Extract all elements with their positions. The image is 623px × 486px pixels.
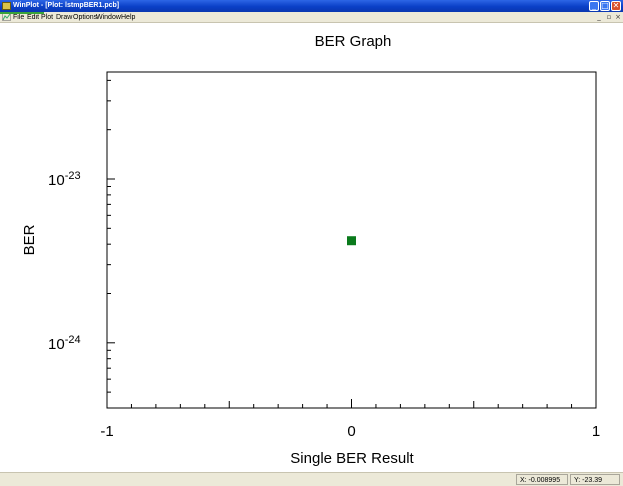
x-tick-labels: -1 0 1 — [100, 423, 600, 440]
y-tick-labels: 10-2310-24 — [48, 170, 81, 353]
y-tick-label: 10-23 — [48, 170, 81, 189]
menu-options[interactable]: Options — [73, 12, 97, 23]
y-tick-exponent: -23 — [65, 170, 81, 182]
mdi-minimize-button[interactable]: _ — [595, 13, 603, 21]
minimize-icon: _ — [592, 1, 596, 10]
close-icon: ✕ — [612, 1, 620, 10]
menu-draw[interactable]: Draw — [56, 12, 72, 23]
menu-window[interactable]: Window — [96, 12, 121, 23]
status-progress-strip — [0, 12, 44, 14]
close-button[interactable]: ✕ — [611, 1, 621, 11]
menu-help[interactable]: Help — [121, 12, 135, 23]
winplot-app-icon[interactable] — [2, 2, 11, 10]
maximize-button[interactable]: □ — [600, 1, 610, 11]
y-axis-label: BER — [21, 224, 38, 255]
mdi-close-button[interactable]: × — [614, 13, 622, 21]
plot-canvas[interactable]: BER Graph 10-23 10-24 -1 0 1 Single BER Res… — [0, 23, 623, 472]
mdi-restore-button[interactable]: ▫ — [605, 13, 613, 21]
maximize-icon: □ — [601, 1, 609, 10]
document-icon[interactable] — [2, 13, 11, 21]
data-points — [347, 236, 356, 246]
ber-chart: BER Graph 10-2310-24 -1 0 1 Single BER Res… — [21, 33, 600, 467]
y-tick-base: 10 — [48, 172, 65, 189]
x-tick-label: 1 — [592, 423, 600, 440]
x-coordinate-readout: X: -0.008995 — [516, 474, 568, 485]
status-bar: X: -0.008995 Y: -23.39 — [0, 472, 623, 486]
x-tick-label: -1 — [100, 423, 113, 440]
menu-bar: File Edit Plot Draw Options Window Help … — [0, 12, 623, 23]
x-axis-label: Single BER Result — [290, 450, 414, 467]
y-coordinate-readout: Y: -23.39 — [570, 474, 620, 485]
data-point — [347, 236, 356, 246]
minimize-button[interactable]: _ — [589, 1, 599, 11]
x-tick-label: 0 — [347, 423, 355, 440]
y-tick-exponent: -24 — [65, 334, 81, 346]
y-tick-base: 10 — [48, 336, 65, 353]
y-tick-label: 10-24 — [48, 334, 81, 353]
chart-title: BER Graph — [315, 33, 392, 50]
window-title: WinPlot - [Plot: lstmpBER1.pcb] — [13, 2, 120, 9]
window-title-bar[interactable]: WinPlot - [Plot: lstmpBER1.pcb] _ □ ✕ — [0, 0, 623, 12]
